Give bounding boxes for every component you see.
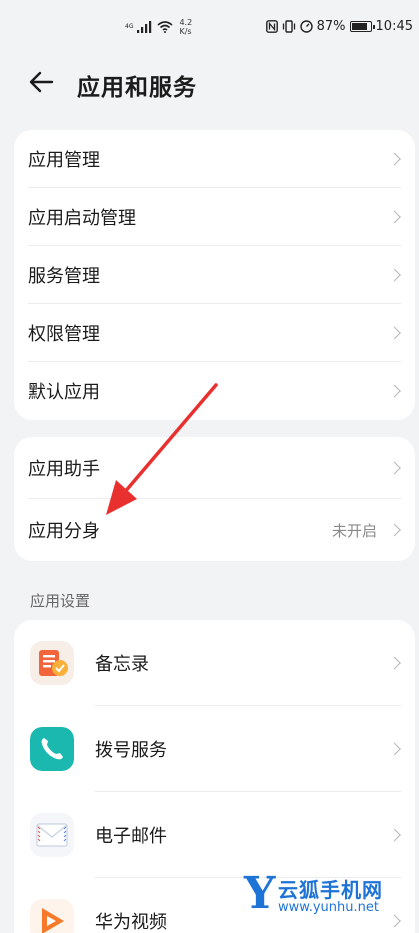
chevron-right-icon: [388, 656, 401, 670]
section-title-app-settings: 应用设置: [30, 592, 91, 610]
clock: 10:45: [375, 19, 413, 34]
list-item-notepad[interactable]: 备忘录: [14, 620, 415, 706]
chevron-right-icon: [388, 268, 401, 282]
watermark-url: www.yunhu.net: [278, 900, 379, 915]
item-label: 应用管理: [28, 150, 100, 171]
chevron-right-icon: [388, 384, 401, 398]
timer-icon: [299, 20, 313, 33]
signal-icon: [137, 21, 152, 33]
speed-value: 4.2: [179, 18, 193, 27]
status-value: 未开启: [331, 521, 377, 540]
chevron-right-icon: [388, 210, 401, 224]
item-label: 权限管理: [28, 324, 100, 345]
phone-icon: [30, 727, 74, 771]
assistant-card: 应用助手 应用分身 未开启: [14, 437, 415, 561]
list-item-app-twin[interactable]: 应用分身 未开启: [14, 499, 415, 561]
mail-icon: [30, 813, 74, 857]
item-label: 华为视频: [95, 912, 167, 933]
network-speed: 4.2 K/s: [179, 18, 192, 36]
item-label: 电子邮件: [95, 826, 167, 847]
notepad-icon: [30, 641, 74, 685]
item-label: 默认应用: [28, 382, 100, 403]
wifi-icon: [157, 21, 173, 33]
chevron-right-icon: [388, 326, 401, 340]
list-item-email[interactable]: 电子邮件: [14, 792, 415, 878]
status-right: 87% 10:45: [265, 19, 413, 34]
chevron-right-icon: [388, 461, 401, 475]
item-label: 备忘录: [95, 654, 149, 675]
item-label: 服务管理: [28, 266, 100, 287]
chevron-right-icon: [388, 152, 401, 166]
item-label: 拨号服务: [95, 740, 167, 761]
vibrate-icon: [282, 20, 295, 33]
chevron-right-icon: [388, 742, 401, 756]
item-label: 应用启动管理: [28, 208, 136, 229]
list-item-default-apps[interactable]: 默认应用: [14, 362, 415, 420]
list-item-dialer[interactable]: 拨号服务: [14, 706, 415, 792]
app-header: 应用和服务: [0, 56, 419, 112]
back-arrow-icon[interactable]: [26, 66, 58, 98]
watermark-letter: Y: [244, 868, 276, 919]
list-item-service-management[interactable]: 服务管理: [14, 246, 415, 304]
item-label: 应用助手: [28, 459, 100, 480]
list-item-app-management[interactable]: 应用管理: [14, 130, 415, 188]
battery-icon: [349, 21, 375, 32]
watermark-logo: Y 云狐手机网 www.yunhu.net: [244, 872, 414, 922]
network-type: 4G: [125, 23, 134, 30]
status-bar: 4G 4.2 K/s 87% 10:45: [0, 0, 419, 56]
item-label: 应用分身: [28, 521, 100, 542]
list-item-app-assistant[interactable]: 应用助手: [14, 437, 415, 499]
video-icon: [30, 899, 74, 933]
status-left: 4G 4.2 K/s: [125, 18, 192, 36]
battery-percent: 87%: [316, 19, 346, 34]
speed-unit: K/s: [179, 27, 192, 36]
management-card: 应用管理 应用启动管理 服务管理 权限管理 默认应用: [14, 130, 415, 420]
list-item-permission-management[interactable]: 权限管理: [14, 304, 415, 362]
list-item-app-launch-management[interactable]: 应用启动管理: [14, 188, 415, 246]
chevron-right-icon: [388, 523, 401, 537]
page-title: 应用和服务: [77, 75, 197, 101]
chevron-right-icon: [388, 828, 401, 842]
nfc-icon: [265, 20, 278, 33]
watermark-name: 云狐手机网: [278, 878, 383, 902]
